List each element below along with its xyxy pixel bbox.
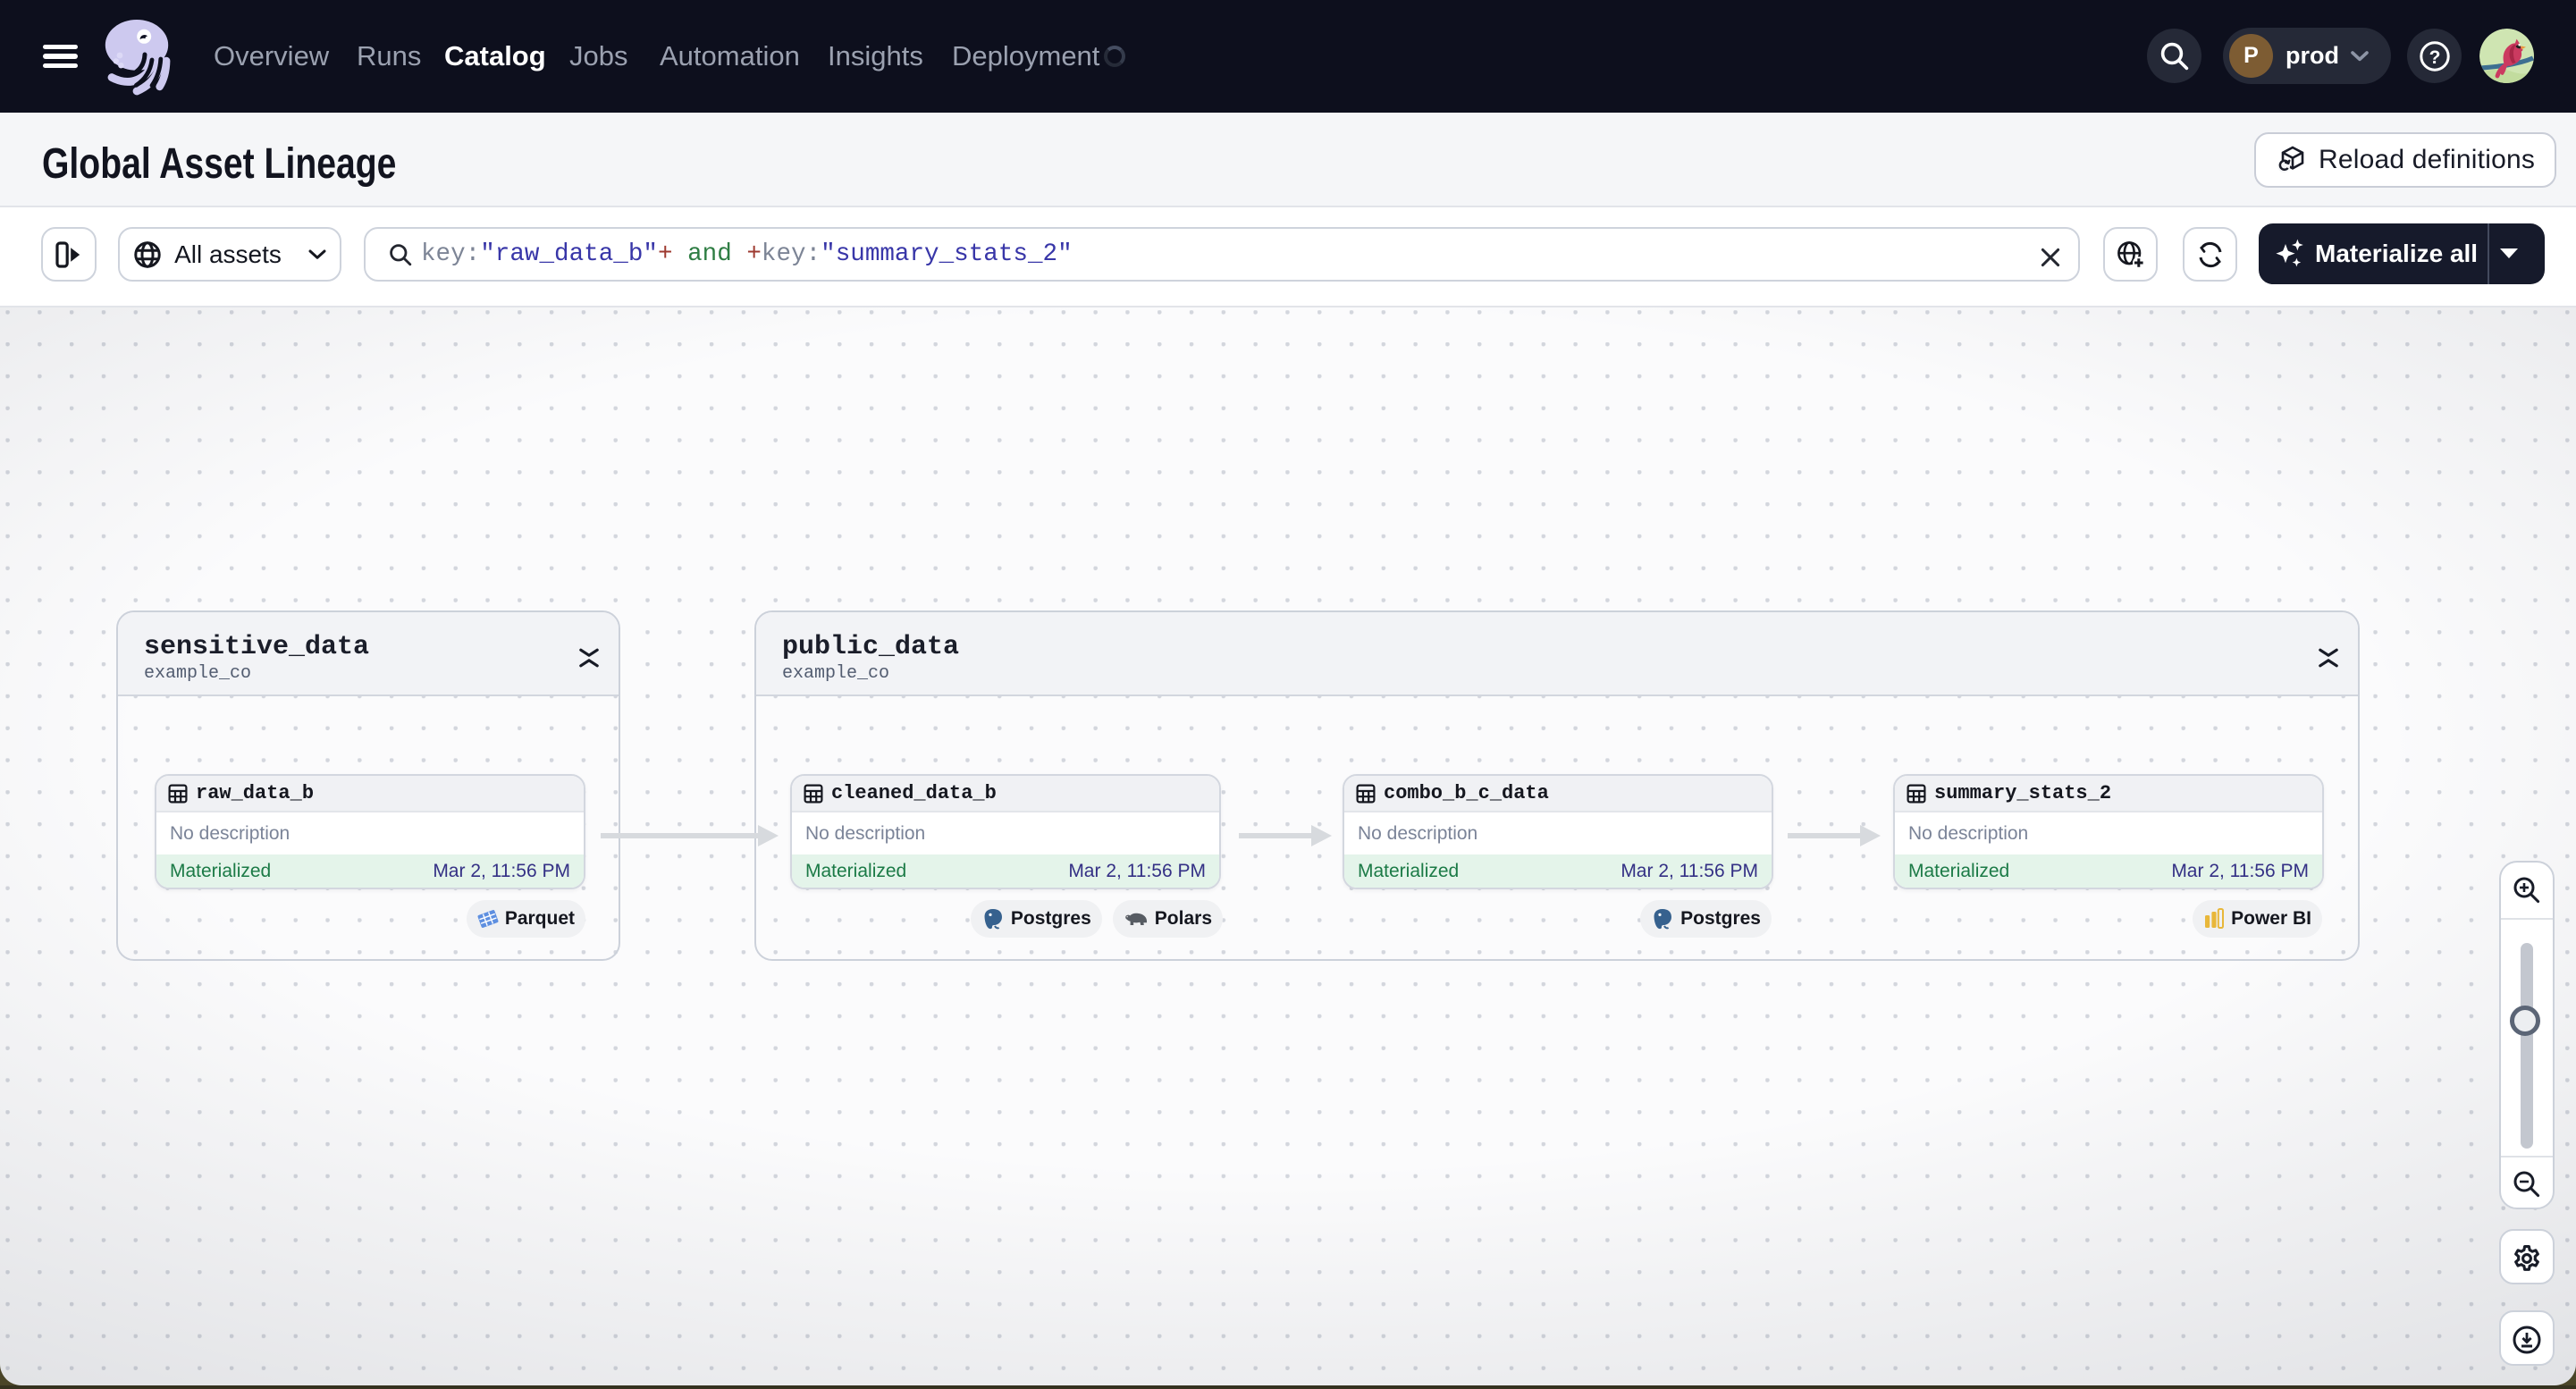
svg-text:?: ? bbox=[2429, 46, 2440, 67]
